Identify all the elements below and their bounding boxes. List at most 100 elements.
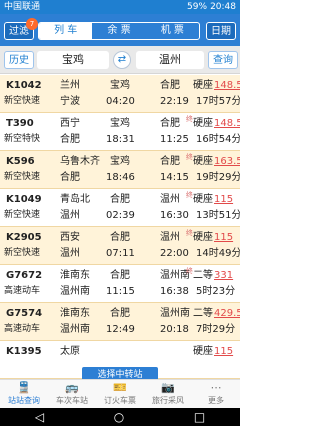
terminus-station: 合肥 [60, 172, 80, 183]
train-type: 新空快速 [4, 96, 41, 106]
arrival-time: 14:15 [160, 172, 189, 183]
nav-item-bus[interactable]: 🚌 车次车站 [48, 380, 96, 408]
origin-station: 西宁 [60, 118, 80, 129]
home-icon[interactable]: ○ [114, 410, 124, 424]
arrival-time: 20:18 [160, 324, 189, 335]
terminal-mark: 终 [186, 153, 193, 161]
train-number: T390 [6, 118, 34, 129]
seat-class: 硬座 [193, 118, 213, 129]
train-list: K1042 新空快速 兰州 宁波 宝鸡 04:20 合肥 22:19 硬座 148.5 17时57分… [0, 75, 240, 379]
travel-duration: 16时54分 [196, 134, 240, 145]
origin-station: 淮南东 [60, 308, 90, 319]
nav-label: 更多 [208, 396, 224, 405]
date-button[interactable]: 日期 [206, 22, 236, 40]
train-number: K1049 [6, 194, 42, 205]
ticket-price[interactable]: 115 [214, 230, 233, 245]
terminus-station: 宁波 [60, 96, 80, 107]
query-button[interactable]: 查询 [208, 51, 238, 69]
train-row[interactable]: G7574 高速动车 淮南东 温州南 合肥 12:49 温州南 20:18 二等 429.5 7时2… [0, 303, 240, 341]
ticket-price[interactable]: 163.5 [214, 154, 240, 169]
departure-time: 04:20 [106, 96, 135, 107]
filter-button[interactable]: 过滤 7 [4, 18, 38, 40]
system-nav-bar: ◁ ○ □ [0, 408, 240, 426]
ticket-icon: 🎫 [113, 381, 127, 394]
more-icon: ⋯ [210, 381, 222, 394]
from-station-field[interactable]: 宝鸡 [37, 51, 109, 69]
travel-duration: 14时49分 [196, 248, 240, 259]
battery-label: 59% [187, 2, 208, 12]
train-number: G7574 [6, 308, 43, 319]
filter-badge: 7 [26, 18, 38, 30]
status-right: 59% 20:48 [187, 0, 236, 14]
train-row[interactable]: T390 新空特快 西宁 合肥 宝鸡 18:31 合肥 11:25 硬座 148.5 16时54分终 [0, 113, 240, 151]
arrival-station: 温州 [160, 194, 180, 205]
tab-train[interactable]: 列 车 [39, 23, 93, 39]
arrival-time: 22:00 [160, 248, 189, 259]
origin-station: 西安 [60, 232, 80, 243]
nav-item-ticket[interactable]: 🎫 订火车票 [96, 380, 144, 408]
travel-duration: 13时51分 [196, 210, 240, 221]
swap-stations-icon[interactable]: ⇄ [113, 51, 131, 69]
boarding-station: 合肥 [110, 308, 130, 319]
train-row[interactable]: K2905 新空快速 西安 温州 合肥 07:11 温州 22:00 硬座 115 14时49分终 [0, 227, 240, 265]
tab-air-tickets[interactable]: 机 票 [146, 23, 199, 39]
arrival-time: 16:38 [160, 286, 189, 297]
arrival-time: 11:25 [160, 134, 189, 145]
bottom-nav: 🚆 站站查询 🚌 车次车站 🎫 订火车票 📷 旅行采风 ⋯ 更多 [0, 379, 240, 408]
origin-station: 青岛北 [60, 194, 90, 205]
nav-label: 订火车票 [104, 396, 136, 405]
nav-item-train[interactable]: 🚆 站站查询 [0, 380, 48, 408]
ticket-price[interactable]: 115 [214, 344, 233, 359]
ticket-price[interactable]: 331 [214, 268, 233, 283]
boarding-station: 合肥 [110, 270, 130, 281]
terminus-station: 温州南 [60, 286, 90, 297]
terminal-mark: 终 [186, 115, 193, 123]
boarding-station: 宝鸡 [110, 80, 130, 91]
train-number: K1395 [6, 346, 42, 357]
train-number: G7672 [6, 270, 43, 281]
nav-item-camera[interactable]: 📷 旅行采风 [144, 380, 192, 408]
filter-label: 过滤 [9, 26, 29, 37]
ticket-price[interactable]: 148.5 [214, 78, 240, 93]
train-row[interactable]: K1042 新空快速 兰州 宁波 宝鸡 04:20 合肥 22:19 硬座 148.5 17时57分 [0, 75, 240, 113]
terminal-mark: 终 [186, 191, 193, 199]
arrival-station: 合肥 [160, 80, 180, 91]
nav-item-more[interactable]: ⋯ 更多 [192, 380, 240, 408]
boarding-station: 宝鸡 [110, 118, 130, 129]
terminus-station: 温州 [60, 248, 80, 259]
tab-remaining-tickets[interactable]: 余 票 [92, 23, 145, 39]
recent-apps-icon[interactable]: □ [194, 410, 205, 424]
to-station-field[interactable]: 温州 [136, 51, 204, 69]
mode-tabs: 列 车 余 票 机 票 [38, 22, 200, 40]
train-row[interactable]: G7672 高速动车 淮南东 温州南 合肥 11:15 温州南 16:38 二等 331 5时23分… [0, 265, 240, 303]
arrival-time: 22:19 [160, 96, 189, 107]
train-row[interactable]: K596 新空快速 乌鲁木齐 合肥 宝鸡 18:46 合肥 14:15 硬座 163.5 19时29… [0, 151, 240, 189]
seat-class: 硬座 [193, 156, 213, 167]
terminal-mark: 终 [186, 267, 193, 275]
origin-station: 太原 [60, 346, 80, 357]
seat-class: 二等 [193, 308, 213, 319]
travel-duration: 17时57分 [196, 96, 240, 107]
seat-class: 硬座 [193, 232, 213, 243]
origin-station: 乌鲁木齐 [60, 156, 100, 167]
train-number: K1042 [6, 80, 42, 91]
arrival-station: 温州南 [160, 308, 190, 319]
terminus-station: 合肥 [60, 134, 80, 145]
station-search-bar: 历史 宝鸡 ⇄ 温州 查询 [0, 46, 240, 74]
arrival-station: 合肥 [160, 156, 180, 167]
ticket-price[interactable]: 148.5 [214, 116, 240, 131]
travel-duration: 5时23分 [196, 286, 236, 297]
arrival-station: 温州 [160, 232, 180, 243]
back-icon[interactable]: ◁ [35, 410, 44, 424]
train-type: 新空快速 [4, 172, 41, 182]
history-button[interactable]: 历史 [4, 51, 34, 69]
terminus-station: 温州 [60, 210, 80, 221]
seat-class: 硬座 [193, 194, 213, 205]
departure-time: 07:11 [106, 248, 135, 259]
ticket-price[interactable]: 429.5 [214, 306, 240, 321]
train-row[interactable]: K1049 新空快速 青岛北 温州 合肥 02:39 温州 16:30 硬座 115 13时51分终 [0, 189, 240, 227]
train-number: K596 [6, 156, 35, 167]
ticket-price[interactable]: 115 [214, 192, 233, 207]
boarding-station: 合肥 [110, 232, 130, 243]
camera-icon: 📷 [161, 381, 175, 394]
